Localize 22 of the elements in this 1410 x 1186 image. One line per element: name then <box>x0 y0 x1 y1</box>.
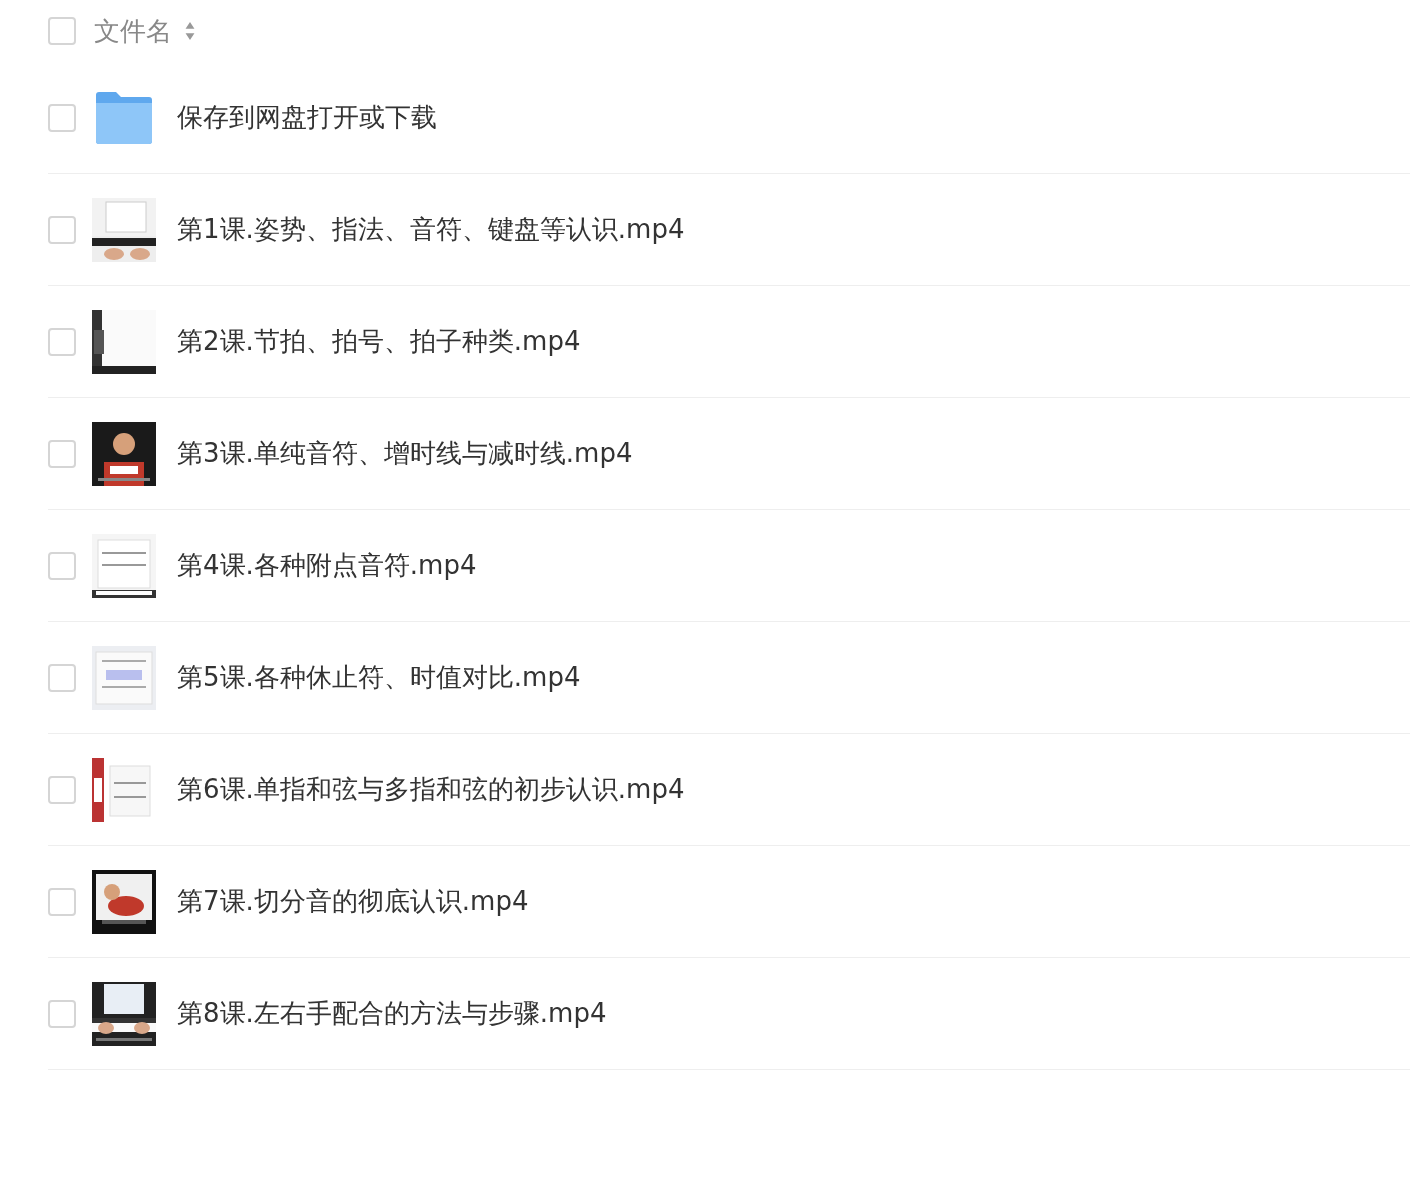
checkbox[interactable] <box>48 775 76 804</box>
sort-icon[interactable] <box>184 21 196 41</box>
file-name[interactable]: 保存到网盘打开或下载 <box>177 100 437 135</box>
column-header[interactable]: 文件名 <box>94 13 172 49</box>
checkbox[interactable] <box>48 439 76 468</box>
checkbox[interactable] <box>48 17 76 45</box>
file-name[interactable]: 第4课.各种附点音符.mp4 <box>177 548 477 583</box>
checkbox[interactable] <box>48 663 76 692</box>
file-name[interactable]: 第8课.左右手配合的方法与步骤.mp4 <box>177 996 607 1031</box>
checkbox[interactable] <box>48 103 76 132</box>
file-name[interactable]: 第3课.单纯音符、增时线与减时线.mp4 <box>177 436 633 471</box>
file-name[interactable]: 第2课.节拍、拍号、拍子种类.mp4 <box>177 324 581 359</box>
file-name[interactable]: 第6课.单指和弦与多指和弦的初步认识.mp4 <box>177 772 685 807</box>
folder-icon <box>94 90 154 145</box>
checkbox[interactable] <box>48 215 76 244</box>
file-name[interactable]: 第7课.切分音的彻底认识.mp4 <box>177 884 529 919</box>
checkbox[interactable] <box>48 887 76 916</box>
checkbox[interactable] <box>48 999 76 1028</box>
checkbox[interactable] <box>48 327 76 356</box>
file-name[interactable]: 第5课.各种休止符、时值对比.mp4 <box>177 660 581 695</box>
file-name[interactable]: 第1课.姿势、指法、音符、键盘等认识.mp4 <box>177 212 685 247</box>
checkbox[interactable] <box>48 551 76 580</box>
